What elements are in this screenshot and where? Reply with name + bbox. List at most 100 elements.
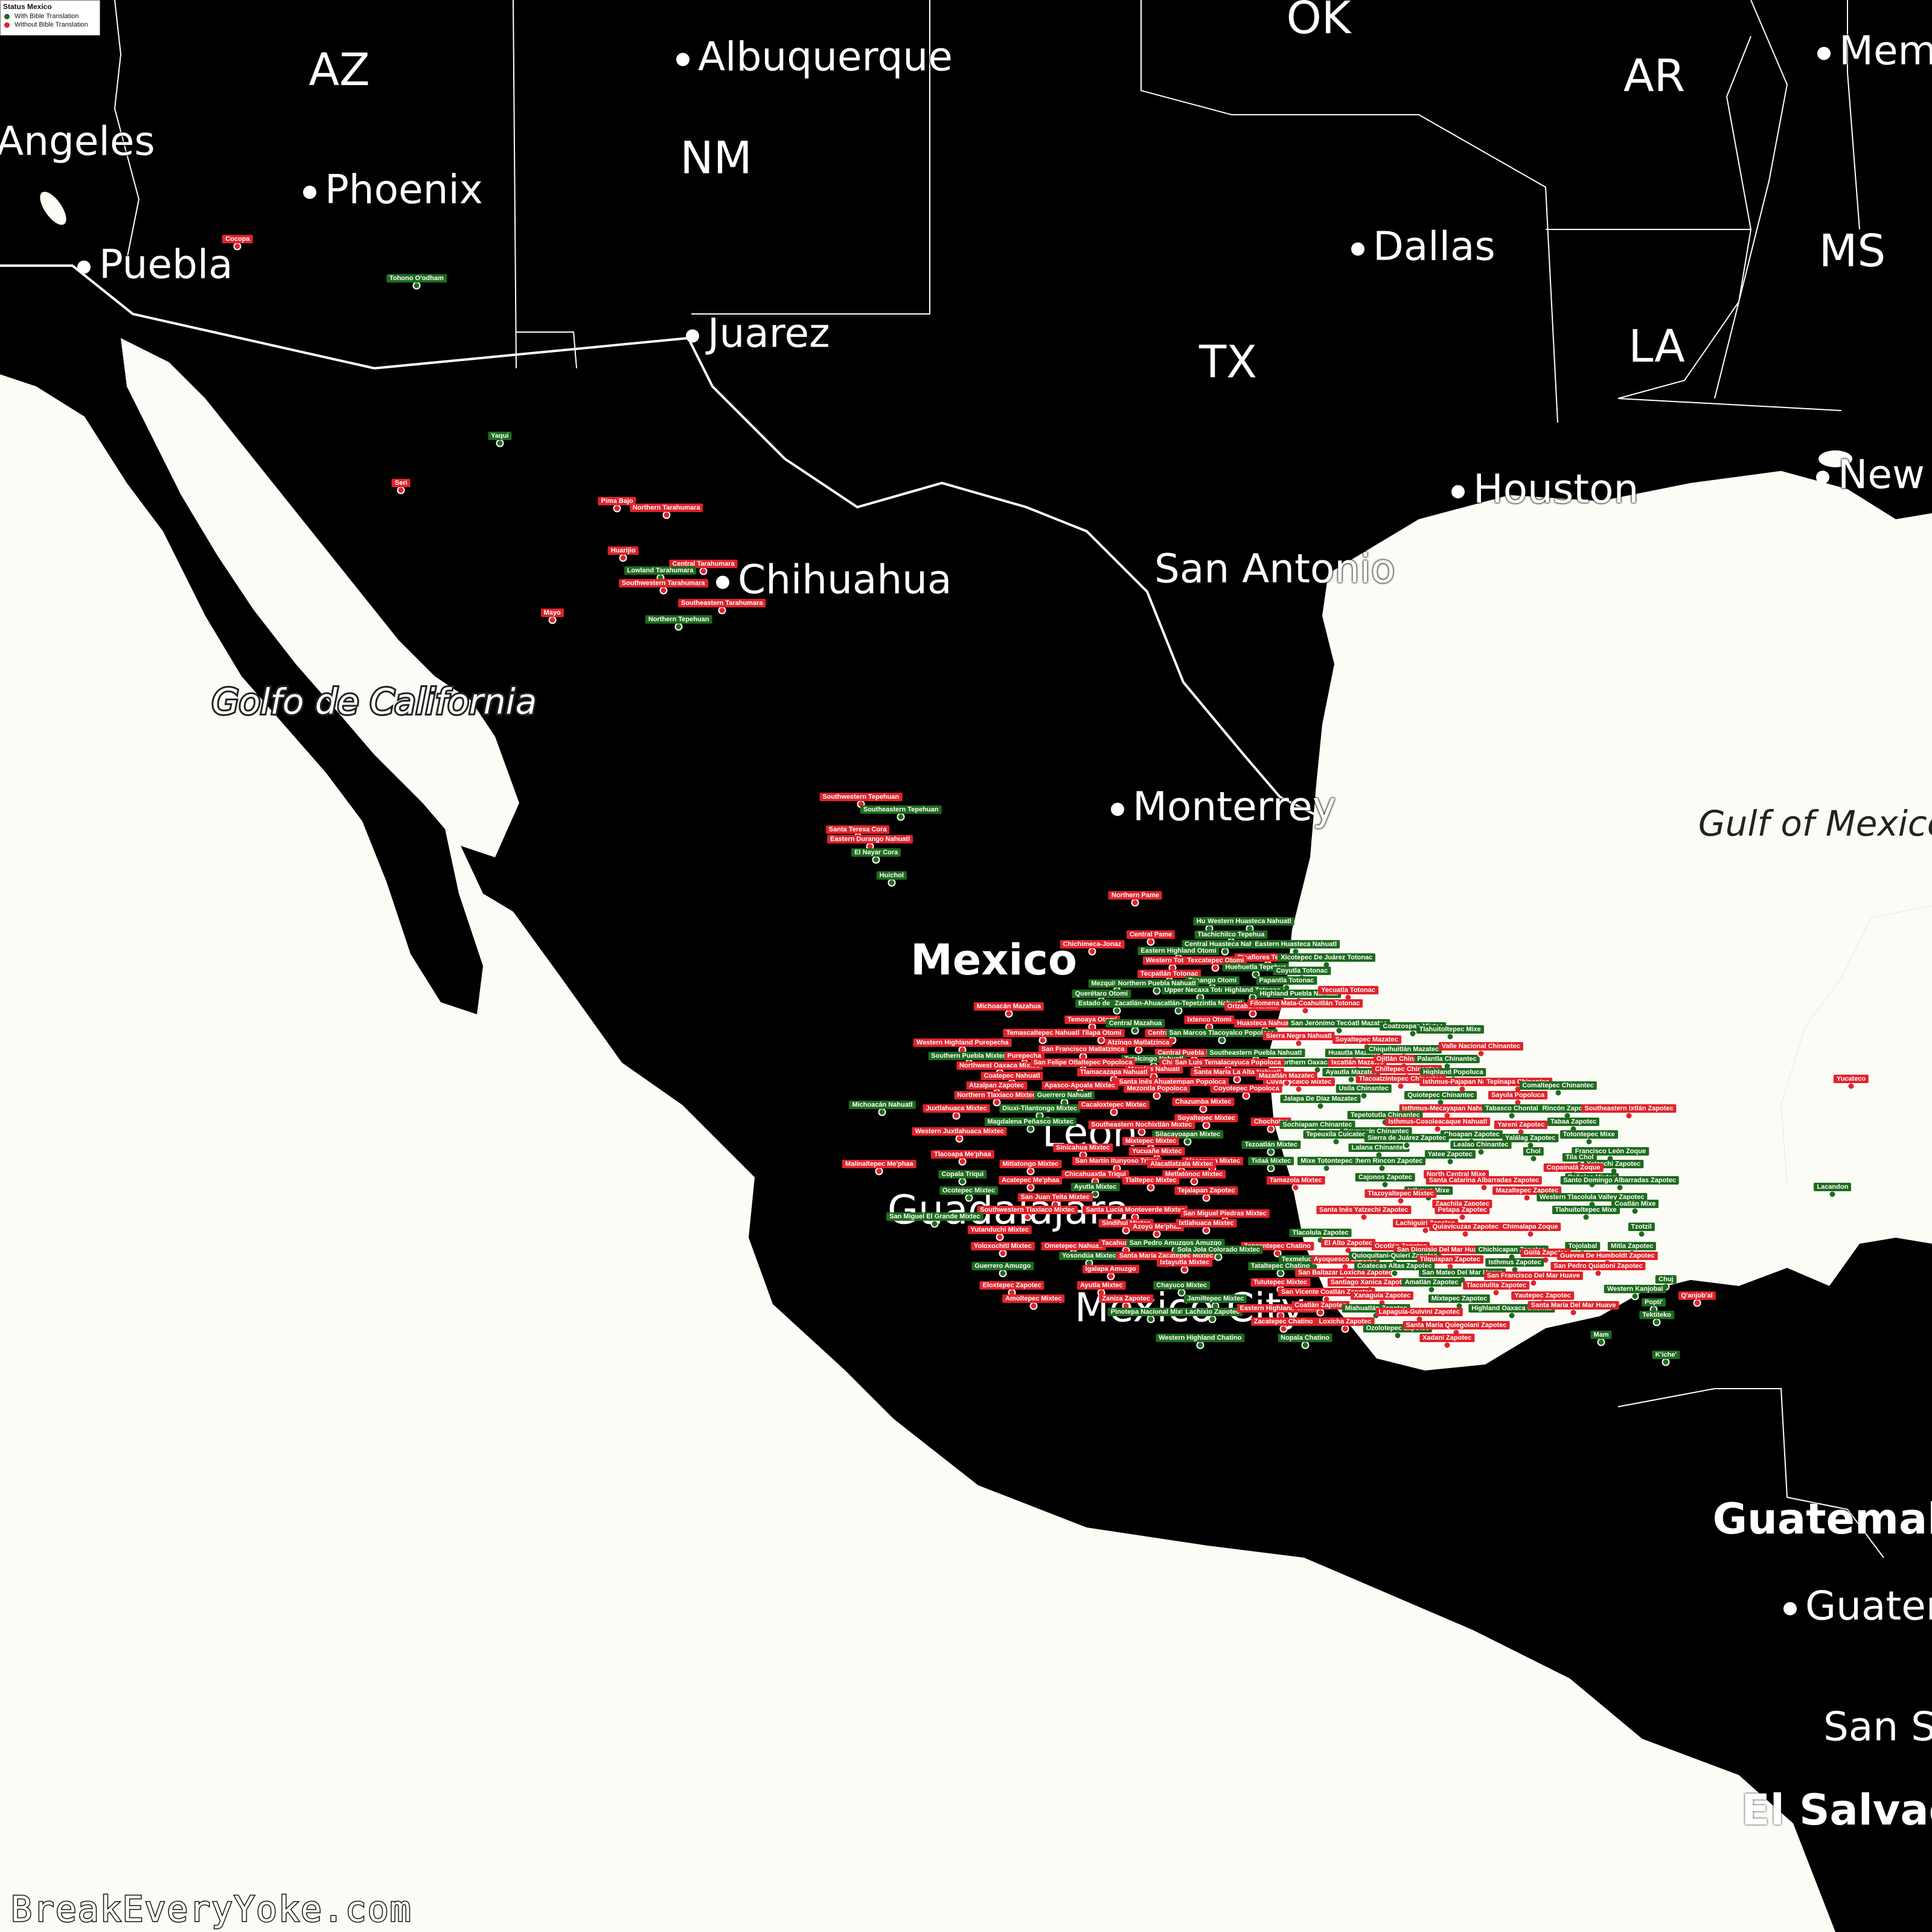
language-label[interactable]: Querétaro Otomi [1072, 989, 1131, 998]
language-pin[interactable] [1202, 1194, 1211, 1202]
language-pin[interactable] [412, 281, 421, 290]
language-label[interactable]: Northern Pame [1108, 891, 1162, 900]
language-label[interactable]: Chuj [1655, 1275, 1677, 1284]
language-label[interactable]: Lacandon [1814, 1183, 1852, 1192]
language-label[interactable]: Eastern Durango Nahuatl [827, 835, 913, 844]
language-label[interactable]: Comaltepec Chinantec [1519, 1081, 1597, 1090]
language-label[interactable]: Acatepec Me'phaa [998, 1176, 1063, 1185]
language-label[interactable]: Tabasco Chontal [1482, 1104, 1541, 1113]
language-pin[interactable] [1147, 938, 1155, 946]
language-label[interactable]: San Marcos Tlacoyalco Popoloca [1166, 1028, 1278, 1037]
language-label[interactable]: Southeastern Ixtlán Zapotec [1581, 1104, 1677, 1113]
language-label[interactable]: Xicotepec De Juárez Totonac [1278, 953, 1376, 962]
language-pin[interactable] [1526, 1230, 1535, 1238]
language-label[interactable]: Lealao Chinantec [1450, 1140, 1512, 1149]
language-pin[interactable] [1403, 1141, 1411, 1150]
language-label[interactable]: Atzalpan Zapotec [965, 1081, 1028, 1090]
language-label[interactable]: Alacatlatzala Mixtec [1147, 1160, 1217, 1169]
language-label[interactable]: Santo Domingo Albarradas Zapotec [1560, 1176, 1680, 1185]
language-pin[interactable] [1233, 1075, 1241, 1084]
language-pin[interactable] [1131, 898, 1139, 907]
language-pin[interactable] [999, 1269, 1007, 1278]
language-label[interactable]: El Nayar Cora [851, 848, 901, 857]
language-label[interactable]: Chichimeca-Jonaz [1060, 940, 1125, 949]
language-pin[interactable] [1294, 1085, 1303, 1093]
language-pin[interactable] [674, 622, 683, 631]
language-label[interactable]: Sierra Negra Nahuatl [1262, 1032, 1335, 1041]
language-label[interactable]: Western Kanjobal [1604, 1284, 1666, 1293]
language-label[interactable]: Tilapa Otomi [1078, 1028, 1125, 1037]
language-pin[interactable] [1276, 1269, 1285, 1278]
language-label[interactable]: Chayuco Mixtec [1153, 1281, 1210, 1290]
language-label[interactable]: Northern Tepehuan [645, 615, 712, 624]
language-pin[interactable] [1421, 1226, 1430, 1235]
language-label[interactable]: Coatlán Zapotec [1291, 1301, 1349, 1310]
language-pin[interactable] [1582, 1213, 1590, 1221]
language-pin[interactable] [1249, 1009, 1257, 1018]
language-pin[interactable] [1190, 1177, 1198, 1186]
language-pin[interactable] [965, 1194, 973, 1202]
language-pin[interactable] [1147, 1183, 1155, 1192]
language-label[interactable]: Michoacán Nahuatl [849, 1101, 916, 1110]
language-pin[interactable] [1458, 1213, 1467, 1221]
language-label[interactable]: Cacaloxtepec Mixtec [1078, 1101, 1150, 1110]
language-pin[interactable] [1301, 1341, 1310, 1349]
language-pin[interactable] [1211, 964, 1220, 972]
language-label[interactable]: Yutanduchi Mixtec [967, 1225, 1032, 1234]
language-label[interactable]: Northern Tarahumara [629, 504, 703, 513]
language-label[interactable]: Western Juxtlahuaca Mixtec [912, 1127, 1007, 1136]
language-pin[interactable] [875, 1167, 883, 1176]
language-pin[interactable] [1134, 1046, 1143, 1054]
language-label[interactable]: Guevea De Humboldt Zapotec [1557, 1252, 1658, 1261]
language-label[interactable]: Mayo [540, 609, 564, 618]
language-pin[interactable] [718, 606, 726, 615]
language-label[interactable]: Tzotzil [1628, 1222, 1655, 1231]
language-pin[interactable] [1218, 1036, 1226, 1044]
language-pin[interactable] [1554, 1089, 1563, 1097]
language-label[interactable]: Mixe Totontepec [1297, 1156, 1356, 1165]
language-pin[interactable] [1214, 1253, 1223, 1261]
language-pin[interactable] [1360, 1213, 1368, 1221]
language-label[interactable]: Santa Catarina Albarradas Zapotec [1425, 1176, 1543, 1185]
language-label[interactable]: Yatee Zapotec [1424, 1150, 1476, 1159]
language-label[interactable]: Totontepec Mixe [1559, 1130, 1618, 1139]
language-label[interactable]: Chicahuaxtla Triqui [1061, 1169, 1129, 1179]
language-pin[interactable] [1038, 1036, 1047, 1044]
language-label[interactable]: Coyutla Totonac [1273, 966, 1331, 975]
language-pin[interactable] [1107, 1272, 1115, 1281]
language-pin[interactable] [1529, 1279, 1538, 1287]
language-label[interactable]: Igalapa Amuzgo [1082, 1265, 1139, 1274]
language-label[interactable]: Tektiteko [1639, 1311, 1674, 1320]
language-label[interactable]: Q'anjob'al [1678, 1291, 1716, 1300]
language-label[interactable]: Usila Chinantec [1335, 1084, 1392, 1093]
language-pin[interactable] [1523, 1194, 1531, 1202]
language-label[interactable]: Lachixio Zapotec [1182, 1307, 1243, 1316]
language-pin[interactable] [1023, 1213, 1032, 1221]
language-pin[interactable] [1208, 1315, 1217, 1323]
language-pin[interactable] [1480, 1183, 1488, 1192]
language-pin[interactable] [958, 1177, 967, 1186]
language-pin[interactable] [1443, 1341, 1451, 1349]
language-label[interactable]: Chazumba Mixtec [1172, 1098, 1235, 1107]
language-pin[interactable] [1508, 1311, 1516, 1320]
language-label[interactable]: Sola Jola Colorado Mixtec [1174, 1245, 1263, 1254]
language-pin[interactable] [1316, 1308, 1325, 1317]
language-pin[interactable] [872, 856, 880, 864]
language-label[interactable]: Ixtayutla Mixtec [1157, 1258, 1213, 1267]
language-pin[interactable] [619, 554, 627, 562]
language-pin[interactable] [1847, 1082, 1855, 1090]
language-label[interactable]: Guerrero Nahuatl [1034, 1091, 1095, 1100]
language-label[interactable]: K'iche' [1652, 1350, 1680, 1359]
language-pin[interactable] [1529, 1154, 1538, 1163]
language-pin[interactable] [1693, 1299, 1701, 1307]
language-pin[interactable] [1202, 1121, 1211, 1130]
language-pin[interactable] [1378, 1164, 1386, 1172]
language-label[interactable]: Sierra de Juárez Zapotec [1364, 1133, 1450, 1142]
language-pin[interactable] [1153, 1092, 1161, 1100]
language-pin[interactable] [1347, 1075, 1355, 1084]
language-pin[interactable] [1202, 1226, 1211, 1235]
language-label[interactable]: Tlacolula Zapotec [1289, 1229, 1352, 1238]
language-pin[interactable] [1631, 1207, 1639, 1215]
language-label[interactable]: Tepeuxila Cuicatec [1303, 1130, 1369, 1139]
language-label[interactable]: Tlazoyaltepec Mixtec [1364, 1189, 1437, 1198]
